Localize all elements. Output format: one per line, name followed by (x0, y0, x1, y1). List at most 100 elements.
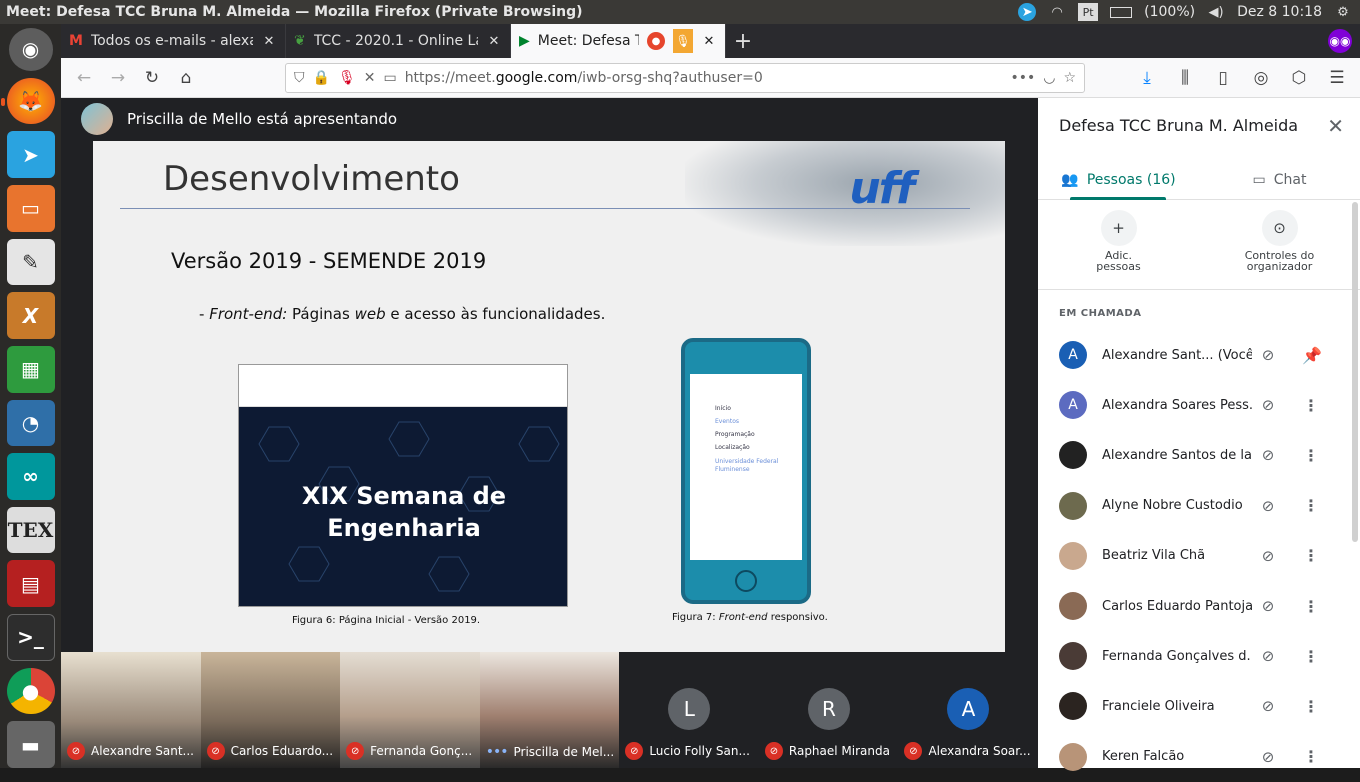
slide-bullet: - Front-end: Páginas web e acesso às fun… (199, 305, 605, 323)
participant-avatar (1059, 541, 1087, 570)
tab-chat[interactable]: ▭ Chat (1199, 160, 1360, 199)
more-options-icon[interactable]: ⋮ (1302, 647, 1320, 666)
more-options-icon[interactable]: ⋮ (1302, 546, 1320, 565)
terminal-icon[interactable]: >_ (6, 614, 55, 661)
tab-label: Todos os e-mails - alexan (90, 33, 253, 49)
bookmark-star-icon[interactable]: ☆ (1063, 70, 1076, 86)
url-bar[interactable]: ⛉ 🔒 🎙 ✕ ▭ https://meet.google.com/iwb-or… (285, 62, 1085, 93)
ubuntu-logo-icon[interactable]: ◉ (8, 28, 53, 71)
sidebar-icon[interactable]: ▯ (1208, 63, 1238, 93)
mic-permission-icon[interactable]: 🎙 (338, 70, 356, 86)
settings-gear-icon[interactable]: ⚙ (1334, 3, 1352, 21)
camera-blocked-icon[interactable]: ✕ (364, 70, 376, 86)
figure-6-caption: Figura 6: Página Inicial - Versão 2019. (292, 615, 481, 626)
telegram-icon[interactable]: ➤ (6, 131, 55, 178)
fig6-heading-line2: Engenharia (327, 514, 481, 542)
more-options-icon[interactable]: ⋮ (1302, 747, 1320, 766)
tab-people[interactable]: 👥 Pessoas (16) (1038, 160, 1199, 200)
tab-meet[interactable]: ▶ Meet: Defesa TC ● 🎙 ✕ (511, 24, 726, 58)
wifi-icon[interactable]: ◠ (1048, 3, 1066, 21)
participant-row[interactable]: Fernanda Gonçalves d... ⊘ ⋮ (1038, 631, 1360, 681)
browser-tab-bar: M Todos os e-mails - alexan ✕ ❦ TCC - 20… (61, 24, 1360, 58)
hamburger-menu-icon[interactable]: ☰ (1322, 63, 1352, 93)
account-icon[interactable]: ◎ (1246, 63, 1276, 93)
phone-menu-item: Universidade Federal (715, 458, 779, 465)
participant-tile[interactable]: R ⊘ Raphael Miranda (758, 652, 899, 768)
clock[interactable]: Dez 8 10:18 (1237, 4, 1322, 20)
participant-avatar (1059, 441, 1087, 470)
library-icon[interactable]: ⫼ (1170, 63, 1200, 93)
close-panel-icon[interactable]: ✕ (1327, 114, 1344, 138)
downloads-icon[interactable]: ⤓ (1132, 63, 1162, 93)
participant-tile[interactable]: L ⊘ Lucio Folly San... (619, 652, 759, 768)
calculator-icon[interactable]: ▤ (6, 560, 55, 607)
mic-off-icon: ⊘ (904, 742, 923, 760)
participant-row[interactable]: Beatriz Vila Chã ⊘ ⋮ (1038, 531, 1360, 581)
new-tab-button[interactable]: + (726, 24, 760, 58)
participant-row[interactable]: Alexandre Santos de la... ⊘ ⋮ (1038, 430, 1360, 480)
panel-tabs: 👥 Pessoas (16) ▭ Chat (1038, 160, 1360, 200)
participant-row[interactable]: A Alexandre Sant... (Você) ⊘ 📌 (1038, 330, 1360, 380)
more-options-icon[interactable]: ⋮ (1302, 597, 1320, 616)
mic-off-icon: ⊘ (1261, 747, 1275, 766)
more-options-icon[interactable]: ⋮ (1302, 496, 1320, 515)
pin-icon[interactable]: 📌 (1302, 346, 1322, 365)
participant-tile[interactable]: A ⊘ Alexandra Soar... (898, 652, 1039, 768)
more-options-icon[interactable]: ⋮ (1302, 697, 1320, 716)
spreadsheet-icon[interactable]: ▦ (6, 345, 55, 393)
tab-overleaf[interactable]: ❦ TCC - 2020.1 - Online LaT ✕ (286, 24, 511, 58)
home-button[interactable]: ⌂ (171, 63, 201, 93)
close-tab-icon[interactable]: ✕ (701, 34, 717, 49)
extension-icon[interactable]: ⬡ (1284, 63, 1314, 93)
microphone-sharing-icon[interactable]: 🎙 (673, 29, 693, 53)
arduino-icon[interactable]: ∞ (6, 453, 55, 500)
firefox-sharing-icon[interactable]: ● (647, 32, 665, 50)
slide-title: Desenvolvimento (163, 159, 460, 199)
telegram-tray-icon[interactable]: ➤ (1018, 3, 1037, 21)
xfig-icon[interactable]: X (6, 292, 55, 339)
private-browsing-icon: ◉◉ (1328, 29, 1352, 53)
participant-row[interactable]: A Alexandra Soares Pess... ⊘ ⋮ (1038, 380, 1360, 430)
firefox-icon[interactable]: 🦊 (0, 77, 55, 125)
tab-gmail[interactable]: M Todos os e-mails - alexan ✕ (61, 24, 286, 58)
back-button[interactable]: ← (69, 63, 99, 93)
participant-row[interactable]: Franciele Oliveira ⊘ ⋮ (1038, 681, 1360, 731)
trash-icon[interactable]: ▬ (6, 721, 55, 768)
participant-row[interactable]: Keren Falcão ⊘ ⋮ (1038, 732, 1360, 782)
participant-row[interactable]: Carlos Eduardo Pantoja ⊘ ⋮ (1038, 581, 1360, 631)
host-controls-button[interactable]: ⊙ Controles do organizador (1199, 210, 1360, 289)
files-icon[interactable]: ▭ (6, 185, 55, 232)
app-drawing-icon[interactable]: ◔ (6, 399, 55, 447)
url-prefix: https://meet. (404, 69, 496, 86)
slide-title-rule (120, 208, 970, 209)
page-actions-icon[interactable]: ••• (1010, 70, 1035, 86)
host-controls-label: Controles do organizador (1244, 249, 1315, 273)
more-options-icon[interactable]: ⋮ (1302, 396, 1320, 415)
battery-icon[interactable] (1110, 6, 1133, 18)
participant-tile[interactable]: ⊘ Alexandre Sant... (61, 652, 201, 768)
participant-avatar (1059, 491, 1087, 520)
text-editor-icon[interactable]: ✎ (6, 238, 55, 286)
tracking-shield-icon[interactable]: ⛉ (294, 70, 305, 86)
keyboard-layout-indicator[interactable]: Pt (1078, 3, 1099, 21)
screen-share-icon[interactable]: ▭ (383, 70, 396, 86)
more-options-icon[interactable]: ⋮ (1302, 446, 1320, 465)
add-people-button[interactable]: + Adic. pessoas (1038, 210, 1199, 289)
reload-button[interactable]: ↻ (137, 63, 167, 93)
pocket-icon[interactable]: ◡ (1043, 70, 1055, 86)
mic-off-icon: ⊘ (764, 742, 783, 760)
participant-tile[interactable]: ••• Priscilla de Mel... (479, 652, 620, 768)
tex-icon[interactable]: TEX (6, 506, 55, 554)
lock-icon[interactable]: 🔒 (313, 70, 330, 86)
participant-tile[interactable]: ⊘ Carlos Eduardo... (200, 652, 341, 768)
forward-button[interactable]: → (103, 63, 133, 93)
panel-scrollbar[interactable] (1352, 202, 1358, 542)
close-tab-icon[interactable]: ✕ (486, 34, 502, 49)
participant-row[interactable]: Alyne Nobre Custodio ⊘ ⋮ (1038, 481, 1360, 531)
chrome-icon[interactable]: ● (6, 667, 55, 715)
volume-icon[interactable]: ◀) (1207, 3, 1225, 21)
participant-tile[interactable]: ⊘ Fernanda Gonç... (340, 652, 480, 768)
tile-name: Carlos Eduardo... (230, 744, 334, 758)
participant-name: Fernanda Gonçalves d... (1102, 648, 1252, 664)
close-tab-icon[interactable]: ✕ (261, 34, 277, 49)
